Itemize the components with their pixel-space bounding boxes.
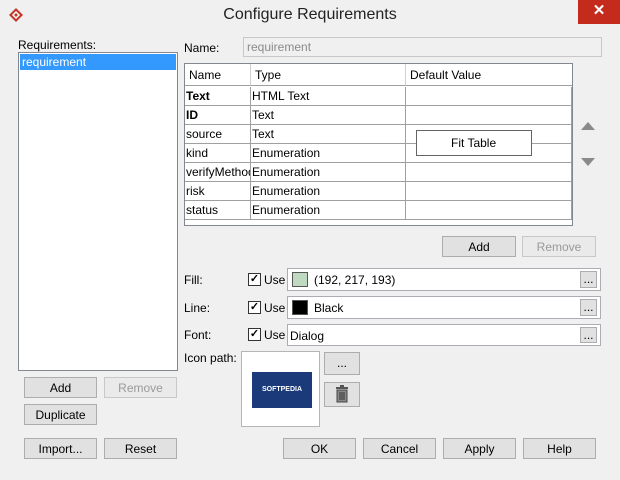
table-cell-type[interactable]: Text: [251, 106, 406, 125]
table-cell-type[interactable]: HTML Text: [251, 87, 406, 106]
close-button[interactable]: ✕: [578, 0, 620, 24]
table-cell-type[interactable]: Enumeration: [251, 163, 406, 182]
font-use-label: Use: [264, 328, 286, 342]
import-button[interactable]: Import...: [24, 438, 97, 459]
table-cell-name[interactable]: status: [185, 201, 251, 220]
remove-requirement-button[interactable]: Remove: [104, 377, 177, 398]
help-button[interactable]: Help: [523, 438, 596, 459]
fill-use-checkbox[interactable]: ✓: [248, 273, 261, 286]
fill-color-field[interactable]: (192, 217, 193) ...: [287, 268, 601, 291]
fill-use-label: Use: [264, 273, 286, 287]
font-field[interactable]: Dialog ...: [287, 324, 601, 346]
cancel-button[interactable]: Cancel: [363, 438, 436, 459]
icon-preview[interactable]: SOFTPEDIA: [241, 351, 320, 427]
column-header-name[interactable]: Name: [185, 64, 251, 86]
list-item[interactable]: requirement: [20, 54, 176, 70]
fill-label: Fill:: [184, 273, 203, 287]
table-cell-type[interactable]: Enumeration: [251, 201, 406, 220]
icon-preview-image: SOFTPEDIA: [252, 372, 312, 408]
table-cell-name[interactable]: Text: [185, 87, 251, 106]
name-field[interactable]: requirement: [243, 37, 602, 57]
move-up-icon[interactable]: [579, 120, 597, 134]
line-color-value: Black: [314, 301, 344, 315]
requirements-list[interactable]: requirement: [18, 52, 178, 371]
fill-color-value: (192, 217, 193): [314, 273, 396, 287]
font-value: Dialog: [290, 329, 325, 343]
column-header-type[interactable]: Type: [251, 64, 406, 86]
font-ellipsis-button[interactable]: ...: [580, 327, 597, 343]
line-color-field[interactable]: Black ...: [287, 296, 601, 319]
duplicate-button[interactable]: Duplicate: [24, 404, 97, 425]
line-label: Line:: [184, 301, 211, 315]
table-cell-name[interactable]: verifyMethod: [185, 163, 251, 182]
icon-path-label: Icon path:: [184, 351, 237, 365]
table-cell-type[interactable]: Enumeration: [251, 182, 406, 201]
line-color-swatch: [292, 300, 308, 315]
fill-ellipsis-button[interactable]: ...: [580, 271, 597, 288]
apply-button[interactable]: Apply: [443, 438, 516, 459]
remove-attribute-button[interactable]: Remove: [522, 236, 596, 257]
column-header-default-value[interactable]: Default Value: [406, 64, 572, 86]
icon-browse-button[interactable]: ...: [324, 352, 360, 375]
name-label: Name:: [184, 41, 220, 55]
reset-button[interactable]: Reset: [104, 438, 177, 459]
table-cell-default[interactable]: [406, 182, 572, 201]
requirements-label: Requirements:: [18, 38, 97, 52]
fill-color-swatch: [292, 272, 308, 287]
table-cell-name[interactable]: risk: [185, 182, 251, 201]
line-ellipsis-button[interactable]: ...: [580, 299, 597, 316]
ok-button[interactable]: OK: [283, 438, 356, 459]
font-label: Font:: [184, 328, 212, 342]
fit-table-menu-item[interactable]: Fit Table: [416, 130, 532, 156]
table-cell-type[interactable]: Enumeration: [251, 144, 406, 163]
move-down-icon[interactable]: [579, 154, 597, 168]
table-cell-name[interactable]: kind: [185, 144, 251, 163]
table-cell-name[interactable]: ID: [185, 106, 251, 125]
table-cell-name[interactable]: source: [185, 125, 251, 144]
table-cell-default[interactable]: [406, 106, 572, 125]
table-cell-type[interactable]: Text: [251, 125, 406, 144]
font-use-checkbox[interactable]: ✓: [248, 328, 261, 341]
table-cell-default[interactable]: [406, 87, 572, 106]
table-cell-default[interactable]: [406, 163, 572, 182]
window-title: Configure Requirements: [223, 6, 397, 23]
line-use-checkbox[interactable]: ✓: [248, 301, 261, 314]
trash-icon[interactable]: [324, 382, 360, 407]
add-requirement-button[interactable]: Add: [24, 377, 97, 398]
table-cell-default[interactable]: [406, 201, 572, 220]
add-attribute-button[interactable]: Add: [442, 236, 516, 257]
line-use-label: Use: [264, 301, 286, 315]
